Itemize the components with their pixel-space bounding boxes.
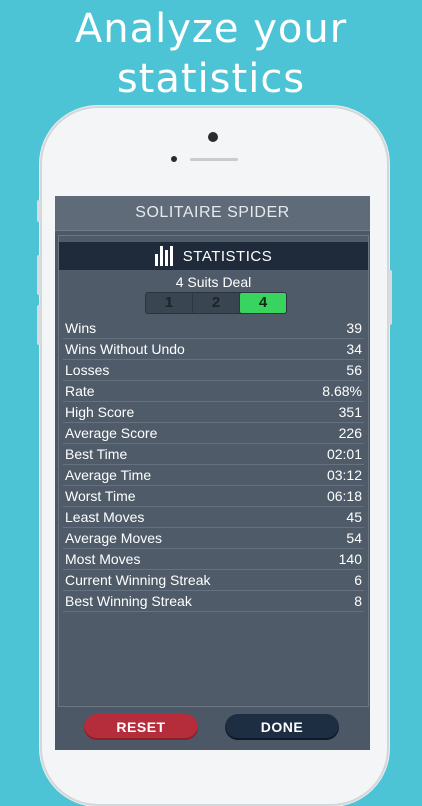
stat-label: Least Moves [65, 509, 145, 525]
stat-row-worst-time: Worst Time 06:18 [63, 486, 364, 507]
stat-row-losses: Losses 56 [63, 360, 364, 381]
stat-label: Wins Without Undo [65, 341, 185, 357]
stat-row-most-moves: Most Moves 140 [63, 549, 364, 570]
reset-button[interactable]: RESET [84, 714, 198, 740]
stat-row-current-winning-streak: Current Winning Streak 6 [63, 570, 364, 591]
promo-headline: Analyze your statistics [0, 4, 422, 104]
earpiece-speaker [190, 158, 238, 161]
phone-volume-down [37, 305, 41, 345]
stat-value: 226 [338, 425, 362, 441]
action-bar: RESET DONE [55, 708, 370, 750]
stat-row-high-score: High Score 351 [63, 402, 364, 423]
stat-value: 03:12 [326, 467, 362, 483]
stat-value: 56 [346, 362, 362, 378]
phone-power-button [388, 270, 392, 325]
stat-value: 351 [338, 404, 362, 420]
stat-label: Rate [65, 383, 95, 399]
stat-label: Current Winning Streak [65, 572, 211, 588]
stat-value: 39 [346, 320, 362, 336]
statistics-header: STATISTICS [59, 242, 368, 270]
stat-label: High Score [65, 404, 135, 420]
stat-label: Wins [65, 320, 97, 336]
stat-value: 34 [346, 341, 362, 357]
stat-row-wins: Wins 39 [63, 318, 364, 339]
stat-value: 140 [338, 551, 362, 567]
suit-count-selector: 1 2 4 [145, 292, 287, 314]
done-button[interactable]: DONE [225, 714, 339, 740]
statistics-list: Wins 39 Wins Without Undo 34 Losses 56 Rate… [63, 318, 364, 612]
stat-row-least-moves: Least Moves 45 [63, 507, 364, 528]
stat-label: Best Winning Streak [65, 593, 192, 609]
statistics-title: STATISTICS [182, 247, 273, 265]
suit-option-1[interactable]: 1 [146, 293, 193, 313]
stat-row-wins-without-undo: Wins Without Undo 34 [63, 339, 364, 360]
stat-label: Worst Time [65, 488, 136, 504]
stat-value: 6 [354, 572, 362, 588]
statistics-panel: STATISTICS 4 Suits Deal 1 2 4 Wins 39 Win… [58, 235, 369, 707]
app-screen: SOLITAIRE SPIDER STATISTICS 4 Suits Deal… [55, 196, 370, 750]
stat-row-average-moves: Average Moves 54 [63, 528, 364, 549]
stat-value: 54 [346, 530, 362, 546]
stat-value: 8 [354, 593, 362, 609]
phone-volume-up [37, 255, 41, 295]
deal-label: 4 Suits Deal [175, 274, 252, 290]
stat-row-average-score: Average Score 226 [63, 423, 364, 444]
stat-label: Most Moves [65, 551, 141, 567]
proximity-sensor [171, 156, 177, 162]
headline-line-1: Analyze your [74, 6, 348, 52]
suit-option-4[interactable]: 4 [240, 293, 286, 313]
phone-silent-switch [37, 200, 41, 222]
front-camera [208, 132, 218, 142]
stat-value: 8.68% [322, 383, 362, 399]
stat-row-best-time: Best Time 02:01 [63, 444, 364, 465]
stat-label: Losses [65, 362, 110, 378]
stat-label: Average Moves [65, 530, 163, 546]
stat-value: 45 [346, 509, 362, 525]
suit-option-2[interactable]: 2 [193, 293, 240, 313]
stat-label: Average Score [65, 425, 158, 441]
stat-row-rate: Rate 8.68% [63, 381, 364, 402]
stat-value: 06:18 [326, 488, 362, 504]
stat-row-best-winning-streak: Best Winning Streak 8 [63, 591, 364, 612]
headline-line-2: statistics [116, 56, 306, 102]
app-title: SOLITAIRE SPIDER [55, 196, 370, 231]
stat-value: 02:01 [326, 446, 362, 462]
stat-label: Best Time [65, 446, 128, 462]
bar-chart-icon [154, 246, 175, 266]
stat-label: Average Time [65, 467, 152, 483]
stat-row-average-time: Average Time 03:12 [63, 465, 364, 486]
